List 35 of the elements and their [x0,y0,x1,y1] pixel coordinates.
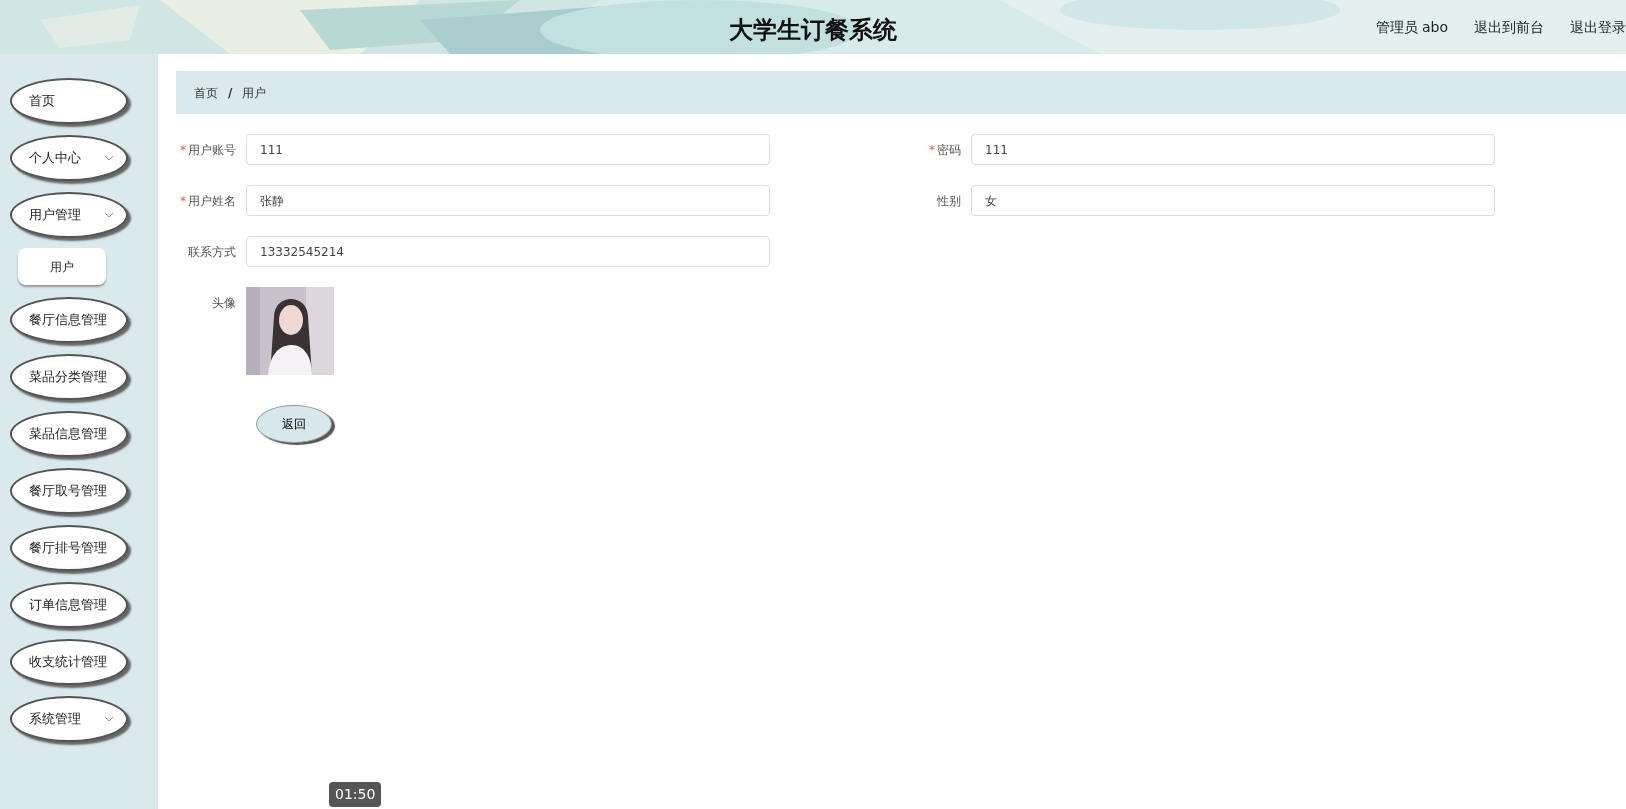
sidebar-item[interactable]: 个人中心 [10,135,128,181]
header-link[interactable]: 退出到前台 [1474,17,1544,38]
sidebar-item[interactable]: 菜品信息管理 [10,411,128,457]
input-field[interactable]: 女 [971,185,1495,216]
input-field[interactable]: 张静 [246,185,770,216]
app-title: 大学生订餐系统 [729,16,897,44]
sidebar-item[interactable]: 餐厅取号管理 [10,468,128,514]
sidebar-item[interactable]: 菜品分类管理 [10,354,128,400]
input-field[interactable]: 111 [971,134,1495,165]
breadcrumb-item[interactable]: 首页 [194,83,218,102]
sidebar-item[interactable]: 首页 [10,78,128,124]
header-link[interactable]: 退出登录 [1570,17,1626,38]
field-label: * 用户账号 [179,141,237,159]
chevron-down-icon [104,212,114,218]
sidebar-item[interactable]: 餐厅排号管理 [10,525,128,571]
field-label: * 用户姓名 [179,192,237,210]
input-field[interactable]: 13332545214 [246,236,770,267]
submenu-item[interactable]: 用户 [18,248,106,285]
sidebar-item[interactable]: 订单信息管理 [10,582,128,628]
video-timestamp: 01:50 [329,782,382,807]
sidebar-item[interactable]: 收支统计管理 [10,639,128,685]
sidebar-item[interactable]: 餐厅信息管理 [10,297,128,343]
chevron-down-icon [104,716,114,722]
sidebar-item[interactable]: 用户管理 [10,192,128,238]
user-name: 管理员 abo [1375,18,1448,37]
sidebar-item[interactable]: 系统管理 [10,696,128,742]
breadcrumb-item: 用户 [242,84,267,102]
breadcrumb-separator: / [228,84,233,102]
chevron-down-icon [104,155,114,161]
field-label: 联系方式 [187,243,237,261]
input-field[interactable]: 111 [246,134,770,165]
field-label: * 密码 [928,141,962,159]
field-label: 性别 [936,192,962,210]
back-button[interactable]: 返回 [256,405,332,443]
field-label: 头像 [211,294,237,312]
